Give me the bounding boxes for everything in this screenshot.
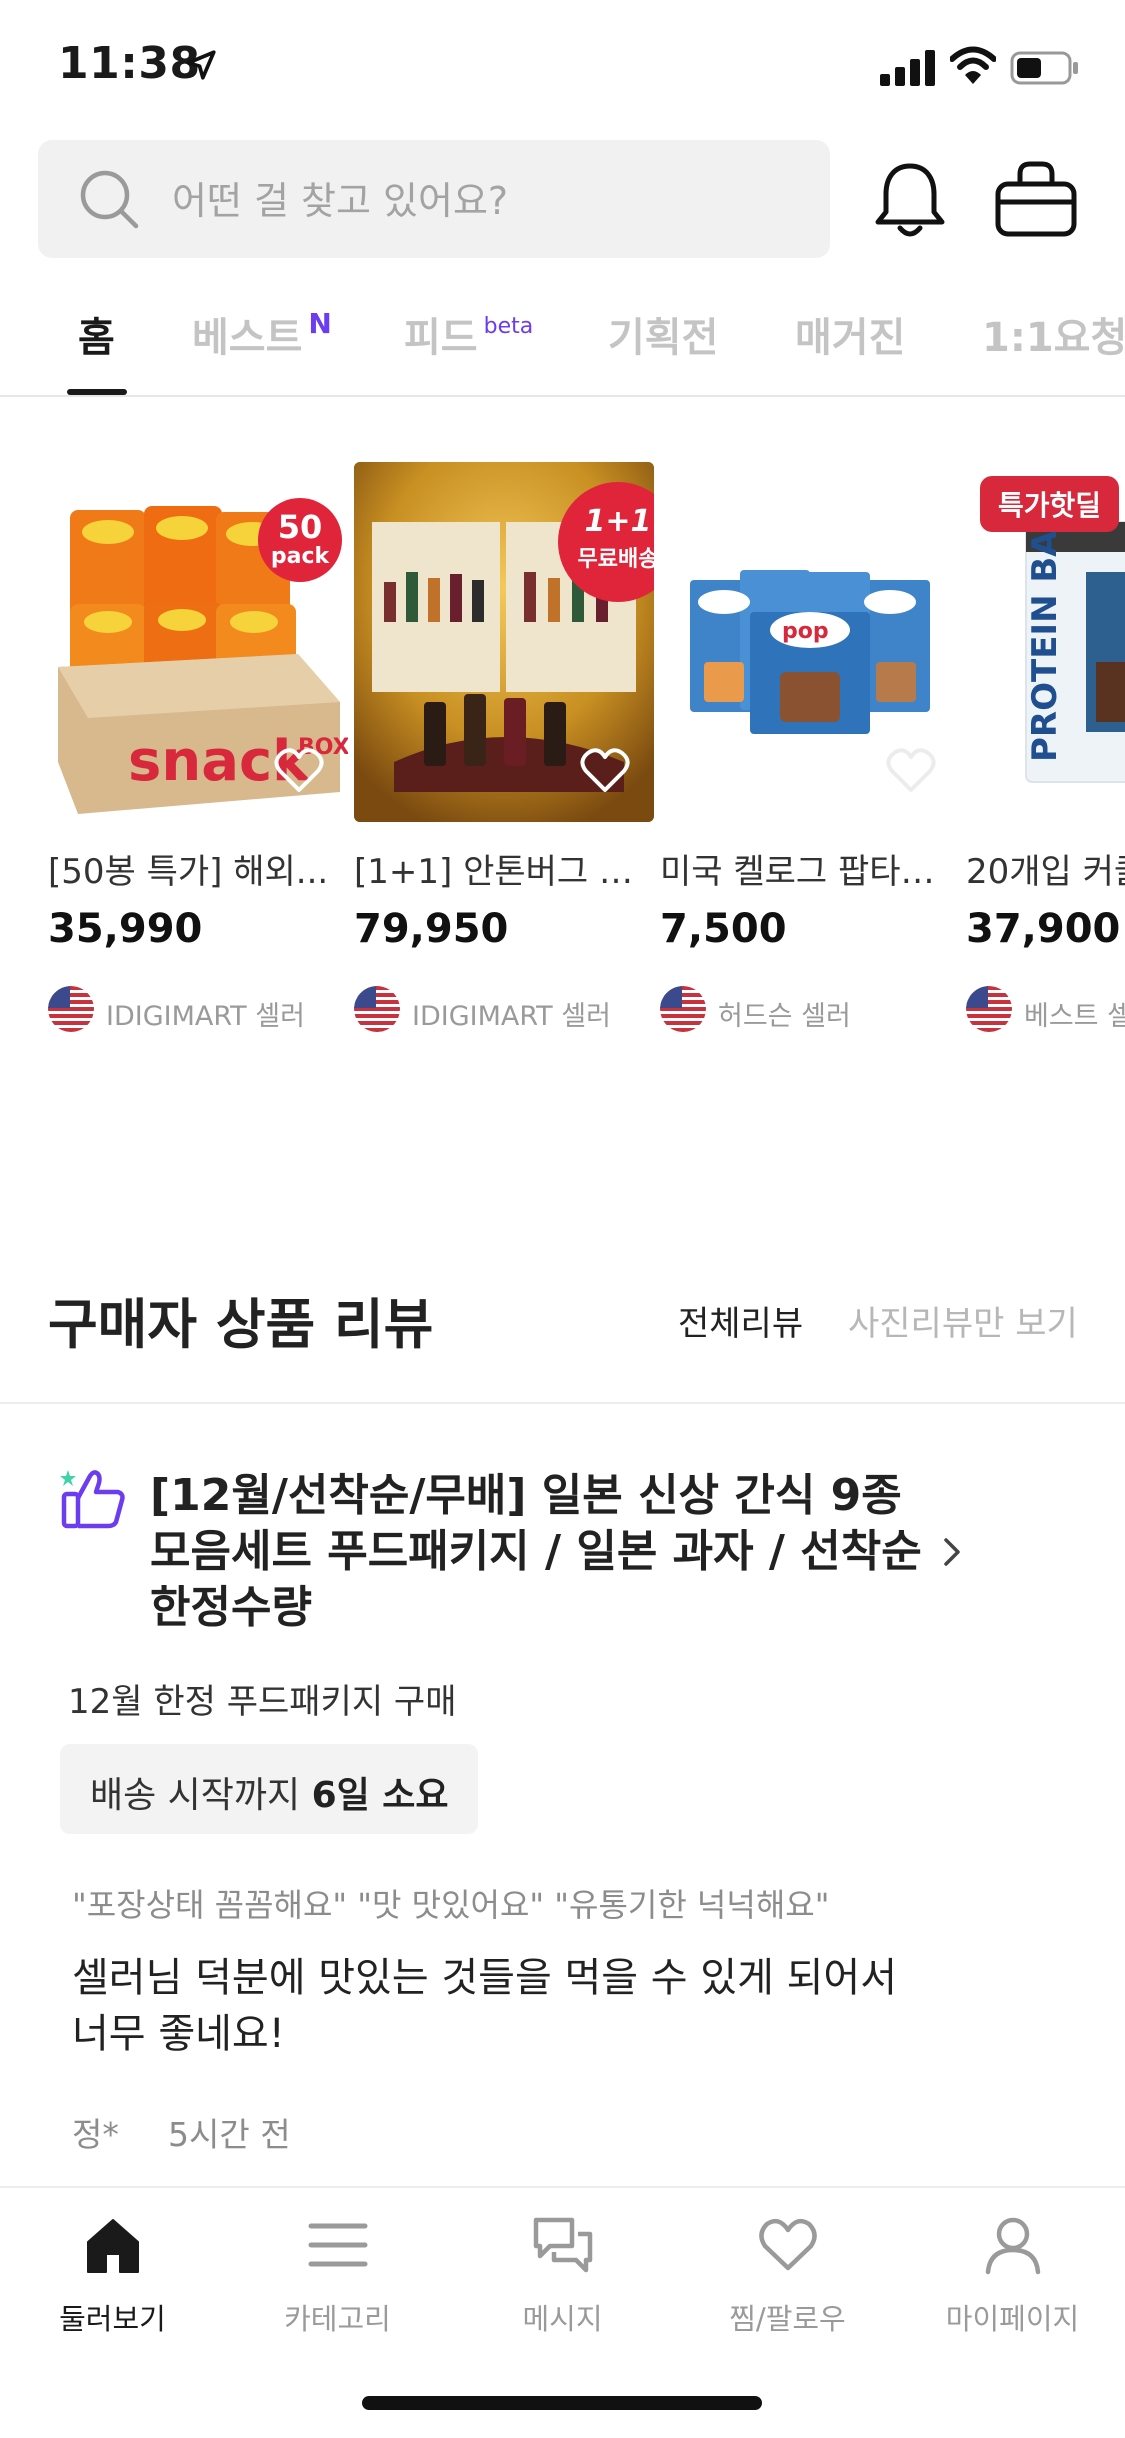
us-flag-icon [966, 986, 1012, 1032]
tab-magazine[interactable]: 매거진 [795, 305, 905, 363]
tab-promotions[interactable]: 기획전 [608, 305, 718, 363]
nav-label: 마이페이지 [945, 2302, 1080, 2336]
wishlist-heart-icon[interactable] [580, 747, 630, 793]
shipping-prefix: 배송 시작까지 [90, 1775, 312, 1816]
battery-icon [1010, 51, 1078, 85]
tab-best[interactable]: 베스트 N [192, 305, 332, 363]
tab-home[interactable]: 홈 [78, 305, 115, 363]
bell-icon[interactable] [872, 158, 948, 242]
nav-my-page[interactable]: 마이페이지 [900, 2188, 1125, 2388]
menu-icon [308, 2223, 368, 2267]
filter-all-reviews[interactable]: 전체리뷰 [678, 1296, 803, 1345]
beta-badge: beta [483, 313, 534, 339]
tab-feed-label: 피드 [404, 315, 478, 361]
home-icon [87, 2219, 139, 2273]
product-name[interactable]: [50봉 특가] 해외... [48, 844, 348, 893]
svg-text:PROTEIN BAR: PROTEIN BAR [1025, 504, 1065, 762]
nav-category[interactable]: 카테고리 [225, 2188, 450, 2388]
shipping-info-text: 배송 시작까지 6일 소요 [90, 1766, 449, 1818]
purchase-note: 12월 한정 푸드패키지 구매 [68, 1682, 457, 1722]
us-flag-icon [660, 986, 706, 1032]
product-price: 79,950 [354, 906, 509, 952]
product-name[interactable]: 미국 켈로그 팝타르... [660, 844, 960, 893]
review-time: 5시간 전 [168, 2115, 291, 2154]
product-price: 37,900 [966, 906, 1121, 952]
new-badge: N [308, 306, 332, 340]
review-body-line: 너무 좋네요! [72, 2011, 285, 2057]
seller-name: IDIGIMART 셀러 [106, 1001, 305, 1032]
review-tags: "포장상태 꼼꼼해요" "맛 맛있어요" "유통기한 넉넉해요" [72, 1886, 830, 1924]
tab-bar: 홈 베스트 N 피드 beta 기획전 매거진 1:1요청 [0, 295, 1125, 397]
product-image[interactable]: snack BOX 50 pack [48, 462, 348, 822]
nav-label: 메시지 [522, 2302, 603, 2336]
nav-wishlist-follow[interactable]: 찜/팔로우 [675, 2188, 900, 2388]
product-price: 35,990 [48, 906, 203, 952]
product-name[interactable]: [1+1] 안톤버그 위... [354, 844, 654, 893]
product-image[interactable]: PROTEIN BAR 특가핫딜 [966, 462, 1125, 822]
tab-feed[interactable]: 피드 beta [404, 305, 533, 363]
wishlist-heart-icon[interactable] [274, 747, 324, 793]
chevron-right-icon[interactable] [940, 1534, 966, 1570]
tab-home-label: 홈 [78, 315, 115, 361]
chat-icon [533, 2217, 593, 2273]
product-badge: 50 pack [258, 498, 342, 582]
location-arrow-icon [186, 50, 216, 80]
wishlist-heart-icon[interactable] [886, 747, 936, 793]
search-icon [80, 170, 139, 229]
filter-photo-reviews[interactable]: 사진리뷰만 보기 [848, 1296, 1078, 1345]
nav-messages[interactable]: 메시지 [450, 2188, 675, 2388]
signal-icon [880, 50, 935, 86]
product-card[interactable]: PROTEIN BAR 특가핫딜 20개입 커클... 37,900 베스트 셀… [966, 462, 1125, 1042]
search-input[interactable] [170, 170, 794, 232]
tab-request[interactable]: 1:1요청 [982, 305, 1125, 363]
deal-badge: 특가핫딜 [980, 476, 1120, 532]
nav-label: 둘러보기 [59, 2302, 166, 2336]
tab-best-label: 베스트 [192, 315, 303, 361]
svg-text:pop: pop [782, 619, 829, 644]
active-tab-indicator [67, 389, 127, 395]
reviewer-name: 정* [72, 2115, 119, 2154]
tab-magazine-label: 매거진 [795, 315, 906, 361]
shipping-days: 6일 소요 [311, 1775, 449, 1816]
product-name[interactable]: 20개입 커클... [966, 844, 1125, 893]
heart-icon [759, 2218, 817, 2271]
seller-name: 베스트 셀러 [1024, 1001, 1125, 1032]
wifi-icon [950, 46, 996, 84]
product-image[interactable]: 1+1 무료배송 [354, 462, 654, 822]
section-divider [0, 1402, 1125, 1404]
product-image[interactable]: pop [660, 462, 960, 822]
us-flag-icon [354, 986, 400, 1032]
nav-label: 찜/팔로우 [729, 2302, 846, 2336]
review-product-title[interactable]: [12월/선착순/무배] 일본 신상 간식 9종 모음세트 푸드패키지 / 일본… [150, 1468, 930, 1636]
home-indicator [362, 2396, 762, 2410]
tab-request-label: 1:1요청 [982, 315, 1125, 361]
tab-promotions-label: 기획전 [608, 315, 719, 361]
shipping-info-box: 배송 시작까지 6일 소요 [60, 1744, 478, 1834]
seller-name: IDIGIMART 셀러 [412, 1001, 611, 1032]
us-flag-icon [48, 986, 94, 1032]
thumbs-up-icon [60, 1470, 125, 1529]
product-price: 7,500 [660, 906, 787, 952]
review-body-line: 셀러님 덕분에 맛있는 것들을 먹을 수 있게 되어서 [72, 1955, 898, 2001]
user-icon [985, 2217, 1041, 2275]
review-body: 셀러님 덕분에 맛있는 것들을 먹을 수 있게 되어서 너무 좋네요! [72, 1950, 972, 2062]
shopping-bag-icon[interactable] [994, 160, 1078, 238]
status-time: 11:38 [58, 38, 201, 89]
nav-label: 카테고리 [284, 2302, 391, 2336]
nav-browse[interactable]: 둘러보기 [0, 2188, 225, 2388]
seller-name: 허드슨 셀러 [718, 1001, 851, 1032]
reviews-section-title: 구매자 상품 리뷰 [48, 1293, 434, 1356]
